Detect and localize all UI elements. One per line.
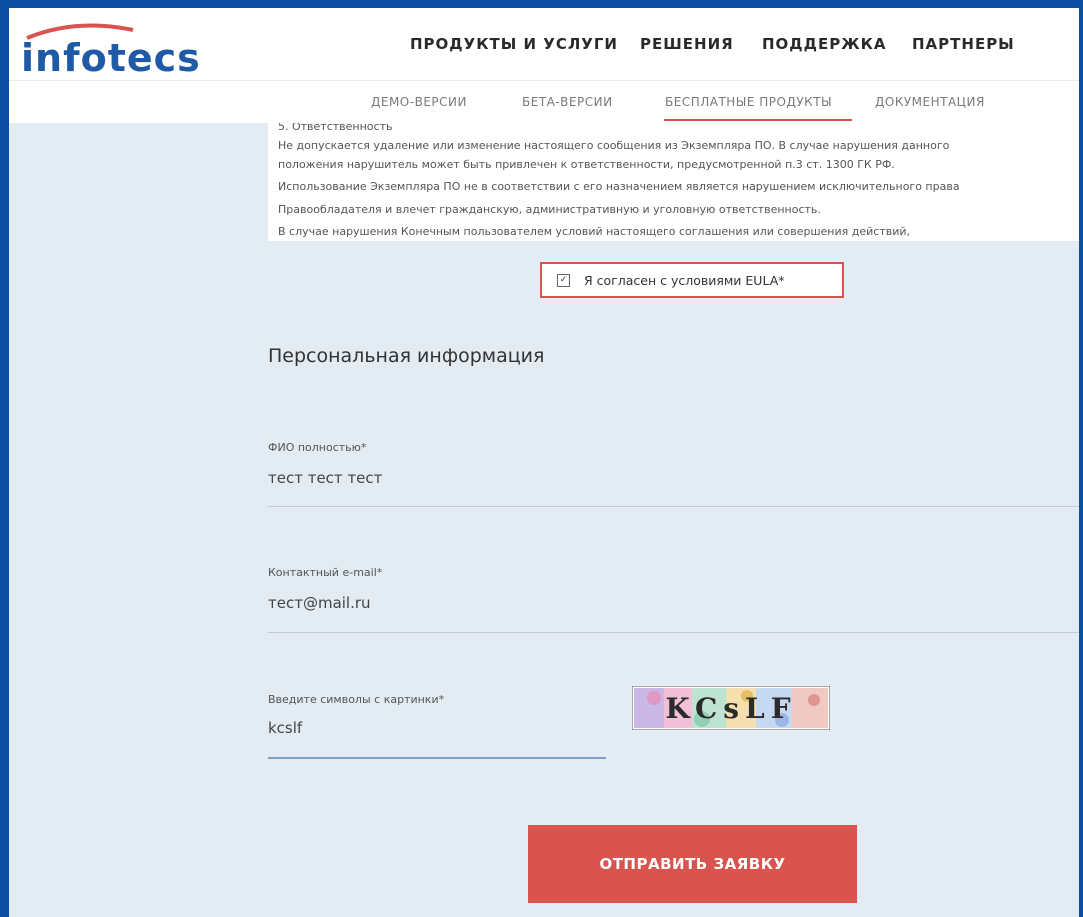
eula-line: Правообладателя и влечет гражданскую, ад… <box>278 203 821 216</box>
site-header: infotecs ПРОДУКТЫ И УСЛУГИ РЕШЕНИЯ ПОДДЕ… <box>9 8 1079 81</box>
submit-request-button[interactable]: ОТПРАВИТЬ ЗАЯВКУ <box>528 825 857 903</box>
nav-products-services[interactable]: ПРОДУКТЫ И УСЛУГИ <box>410 35 618 53</box>
window-frame-top <box>0 0 1083 8</box>
name-field[interactable]: тест тест тест <box>268 469 382 487</box>
captcha-image: KCsLF <box>632 686 830 730</box>
nav-partners[interactable]: ПАРТНЕРЫ <box>912 35 1015 53</box>
content-area <box>9 123 1079 917</box>
subnav-documentation[interactable]: ДОКУМЕНТАЦИЯ <box>875 95 985 109</box>
eula-line: положения нарушитель может быть привлече… <box>278 158 895 171</box>
captcha-input-underline <box>268 757 606 759</box>
eula-line: Использование Экземпляра ПО не в соответ… <box>278 180 960 193</box>
sub-nav-bar: ДЕМО-ВЕРСИИ БЕТА-ВЕРСИИ БЕСПЛАТНЫЕ ПРОДУ… <box>9 81 1079 123</box>
subnav-beta[interactable]: БЕТА-ВЕРСИИ <box>522 95 613 109</box>
window-frame-right <box>1079 0 1083 917</box>
nav-solutions[interactable]: РЕШЕНИЯ <box>640 35 734 53</box>
subnav-free-products[interactable]: БЕСПЛАТНЫЕ ПРОДУКТЫ <box>665 95 832 109</box>
captcha-image-text: KCsLF <box>665 692 796 725</box>
eula-line: В случае нарушения Конечным пользователе… <box>278 225 910 238</box>
section-title-personal-info: Персональная информация <box>268 345 545 367</box>
nav-support[interactable]: ПОДДЕРЖКА <box>762 35 887 53</box>
email-field-label: Контактный e-mail* <box>268 566 383 579</box>
logo-text: infotecs <box>21 36 201 80</box>
eula-line: 5. Ответственность <box>278 123 393 133</box>
email-field-underline <box>268 632 1079 633</box>
subnav-demo[interactable]: ДЕМО-ВЕРСИИ <box>371 95 467 109</box>
infotecs-logo[interactable]: infotecs <box>21 20 221 80</box>
eula-agree-label: Я согласен с условиями EULA* <box>584 273 785 288</box>
email-field[interactable]: тест@mail.ru <box>268 594 371 612</box>
eula-text-box[interactable]: 5. Ответственность Не допускается удален… <box>268 123 1079 241</box>
checkbox-checked-icon[interactable]: ✓ <box>557 274 570 287</box>
eula-line: Не допускается удаление или изменение на… <box>278 139 950 152</box>
subnav-active-underline <box>664 119 852 121</box>
eula-agree-checkbox[interactable]: ✓ Я согласен с условиями EULA* <box>540 262 844 298</box>
window-frame-left <box>0 0 9 917</box>
captcha-input[interactable]: kcslf <box>268 719 302 737</box>
name-field-underline <box>268 506 1079 507</box>
captcha-field-label: Введите символы с картинки* <box>268 693 445 706</box>
name-field-label: ФИО полностью* <box>268 441 367 454</box>
